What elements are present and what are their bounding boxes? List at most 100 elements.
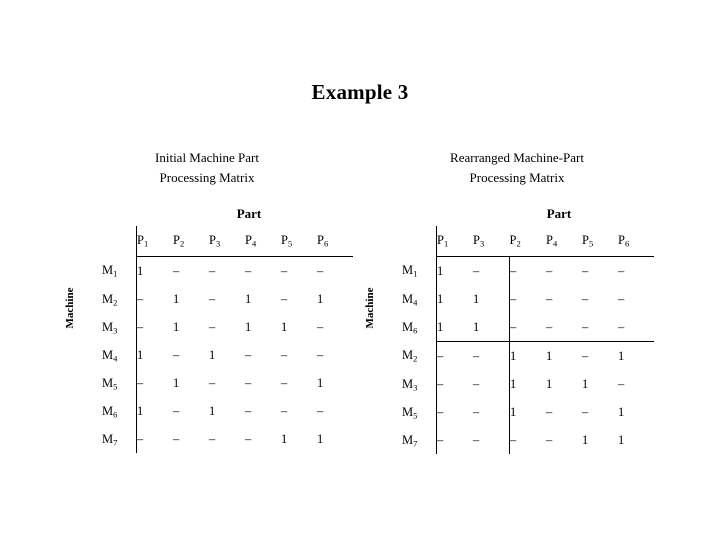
table-row: M3–1–1 1– [102,313,353,341]
table-row: M3– –1 1 1– [402,370,654,398]
matrix-cell: 1 [473,291,480,306]
initial-matrix-block: Machine Part P1 P2 P3 P4 P5 P6 M1 1– – – – – M2–1–1–… [52,206,362,453]
matrix-cell: 1 [546,376,553,391]
matrix-row-header: M2 [102,291,118,307]
table-row: M4 1 1– – – – [402,285,654,313]
matrix-cell: – [436,370,473,398]
matrix-column-header: P4 [245,232,257,248]
matrix-cell: – [509,285,546,313]
axis-label-machine-right: Machine [364,287,376,329]
matrix-column-header: P3 [473,232,485,248]
table-row: M2–1–1–1 [102,285,353,313]
matrix-cell: 1 [317,431,324,446]
matrix-column-header: P2 [173,232,185,248]
matrix-cell: – [509,426,546,454]
matrix-cell: 1 [473,313,510,342]
initial-matrix-heading-line2: Processing Matrix [159,170,255,185]
matrix-row-header: M6 [402,319,418,336]
axis-label-part-left: Part [236,206,262,221]
matrix-cell: – [173,347,180,362]
matrix-cell: – [436,426,473,454]
matrix-corner-cell [102,226,137,256]
matrix-cell: 1 [618,432,625,447]
slide-canvas: Example 3 Initial Machine Part Processin… [0,0,720,540]
matrix-cell: – [136,369,173,397]
matrix-row-header: M1 [402,263,418,279]
matrix-cell: 1 [436,313,473,342]
matrix-cell: – [618,263,625,278]
matrix-cell: – [509,313,546,342]
matrix-cell: – [582,291,589,306]
matrix-cell: – [582,404,589,419]
matrix-cell: – [618,313,654,342]
matrix-cell: – [281,291,288,306]
matrix-cell: 1 [136,341,173,369]
table-row: M7– – – –1 1 [102,425,353,453]
matrix-cell: – [281,263,288,278]
rearranged-matrix-heading-line2: Processing Matrix [469,170,565,185]
matrix-cell: 1 [618,348,625,363]
matrix-cell: – [618,291,625,306]
matrix-row-header: M3 [102,319,118,335]
matrix-cell: 1 [317,375,324,390]
matrix-column-header-row: P1 P3 P2 P4 P5 P6 [402,226,654,256]
matrix-cell: 1 [582,376,589,391]
matrix-column-header: P5 [281,232,293,248]
matrix-cell: – [281,375,288,390]
matrix-cell: 1 [618,404,625,419]
matrix-cell: – [618,376,625,391]
matrix-cell: 1 [245,319,252,334]
matrix-cell: – [173,403,180,418]
matrix-cell: – [436,398,473,426]
matrix-cell: – [546,263,553,278]
initial-matrix-heading: Initial Machine Part Processing Matrix [52,148,362,188]
rearranged-matrix-panel: Rearranged Machine-Part Processing Matri… [352,148,682,454]
axis-label-machine-left: Machine [64,287,76,329]
matrix-cell: – [317,347,324,362]
matrix-row-header: M6 [102,403,118,419]
matrix-cell: – [473,263,480,278]
matrix-cell: – [473,432,480,447]
matrix-row-header: M4 [102,347,118,363]
matrix-row-header: M3 [402,376,418,392]
matrix-cell: – [136,425,173,453]
matrix-column-header: P3 [209,232,221,248]
table-row: M1 1– – – – – [102,256,353,285]
matrix-cell: – [209,431,216,446]
matrix-cell: 1 [173,319,180,334]
table-row: M2– –1 1–1 [402,341,654,370]
matrix-cell: – [546,291,553,306]
matrix-cell: 1 [136,256,173,285]
matrix-cell: – [546,432,553,447]
matrix-cell: 1 [317,291,324,306]
matrix-row-header: M7 [402,432,418,448]
matrix-cell: – [546,313,582,342]
matrix-cell: 1 [209,403,216,418]
initial-matrix-table: P1 P2 P3 P4 P5 P6 M1 1– – – – – M2–1–1–1 M3–1–1 1– M4 1–… [102,226,353,453]
matrix-column-header: P2 [509,232,521,248]
matrix-cell: 1 [582,432,589,447]
axis-label-part-right: Part [546,206,572,221]
matrix-cell: – [245,347,252,362]
matrix-row-header: M1 [102,263,118,279]
matrix-cell: – [136,313,173,341]
matrix-cell: 1 [546,348,553,363]
matrix-cell: – [436,341,473,370]
table-row: M6 1 1– – – – [402,313,654,342]
matrix-column-header: P4 [546,232,558,248]
table-row: M5–1– – –1 [102,369,353,397]
matrix-cell: – [209,291,216,306]
matrix-cell: 1 [209,347,216,362]
rearranged-matrix-table: P1 P3 P2 P4 P5 P6 M1 1– – – – – M4 1 1– – – – M6 1 1– – – – M2– –… [402,226,654,454]
rearranged-matrix-heading: Rearranged Machine-Part Processing Matri… [352,148,682,188]
table-row: M4 1–1– – – [102,341,353,369]
page-title: Example 3 [311,80,409,104]
matrix-row-header: M5 [402,404,418,420]
initial-matrix-heading-line1: Initial Machine Part [155,150,259,165]
matrix-cell: – [317,403,324,418]
matrix-column-header: P5 [582,232,594,248]
matrix-cell: – [473,404,480,419]
matrix-column-header: P1 [136,226,173,256]
matrix-column-header-row: P1 P2 P3 P4 P5 P6 [102,226,353,256]
matrix-cell: – [209,375,216,390]
